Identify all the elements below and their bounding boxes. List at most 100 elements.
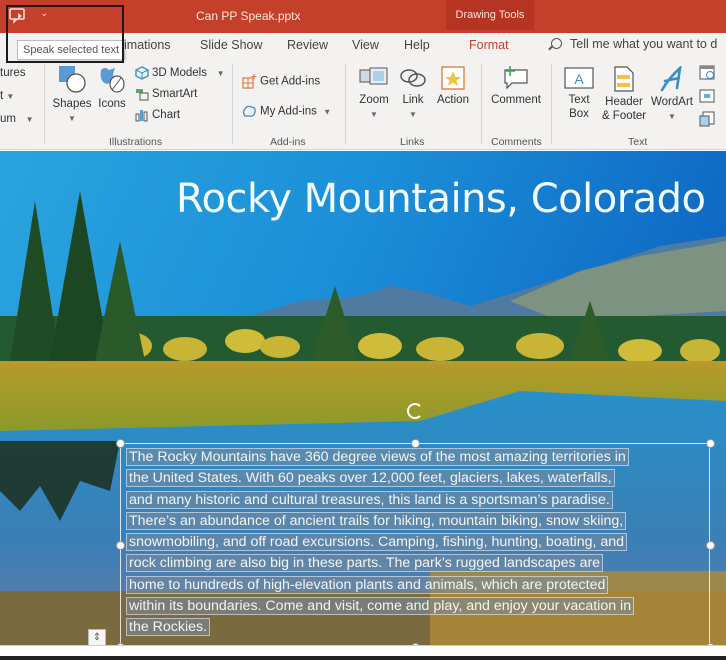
chevron-down-icon: ▼	[323, 107, 332, 117]
action-button[interactable]: Action	[434, 66, 472, 107]
body-text-line: within its boundaries. Come and visit, c…	[125, 596, 709, 617]
highlighted-text: within its boundaries. Come and visit, c…	[125, 597, 635, 616]
pictures-partial-button[interactable]: tures	[0, 67, 26, 79]
chart-icon	[135, 110, 148, 122]
body-text-line: rock climbing are also big in these part…	[125, 553, 709, 574]
slide-title[interactable]: Rocky Mountains, Colorado	[176, 176, 706, 222]
smartart-button[interactable]: SmartArt	[135, 87, 197, 101]
zoom-icon	[359, 67, 388, 85]
header-footer-button[interactable]: Header & Footer	[601, 66, 647, 123]
highlighted-text: home to hundreds of high-elevation plant…	[125, 575, 609, 594]
tab-view[interactable]: View	[352, 38, 379, 52]
tab-format[interactable]: Format	[469, 38, 509, 52]
body-text-line: and many historic and cultural treasures…	[126, 490, 709, 511]
group-label-comments: Comments	[491, 136, 542, 148]
body-text-line: the Rockies.	[125, 617, 709, 638]
tab-animations[interactable]: imations	[124, 38, 171, 52]
screenshot-partial-button[interactable]: t ▼	[0, 90, 14, 102]
screenshot-partial-label: t	[0, 90, 4, 102]
group-label-links: Links	[400, 136, 425, 148]
chevron-down-icon: ▼	[409, 110, 417, 119]
highlighted-text: rock climbing are also big in these part…	[125, 554, 604, 573]
wordart-icon	[660, 66, 682, 92]
highlighted-text: the Rockies.	[125, 618, 211, 637]
chevron-down-icon: ▼	[668, 112, 676, 121]
date-time-icon[interactable]	[699, 64, 715, 80]
text-box-label-2: Box	[569, 108, 589, 120]
text-box-label-1: Text	[568, 94, 590, 106]
smartart-icon	[136, 89, 149, 101]
icons-button[interactable]: Icons	[95, 64, 129, 111]
group-label-illustrations: Illustrations	[109, 136, 163, 148]
shapes-icon	[59, 66, 86, 93]
zoom-button[interactable]: Zoom ▼	[355, 66, 393, 122]
photo-album-partial-label: um	[0, 113, 16, 125]
rotate-handle-icon[interactable]	[407, 403, 423, 419]
search-icon	[551, 38, 562, 49]
slide-number-icon[interactable]	[699, 88, 715, 104]
my-addins-button[interactable]: My Add-ins ▼	[242, 104, 331, 119]
highlighted-text: and many historic and cultural treasures…	[126, 490, 613, 509]
store-icon	[242, 74, 257, 89]
link-label: Link	[402, 94, 424, 106]
comment-icon	[504, 66, 528, 90]
body-text-line: There’s an abundance of ancient trails f…	[125, 511, 709, 532]
smartart-label: SmartArt	[152, 88, 198, 101]
autofit-icon: ⇕	[92, 632, 102, 643]
object-icon[interactable]	[699, 111, 715, 127]
header-footer-icon	[614, 66, 634, 92]
my-addins-label: My Add-ins	[260, 105, 317, 118]
autofit-options-button[interactable]: ⇕	[88, 629, 106, 646]
resize-handle-top-left[interactable]	[116, 439, 125, 448]
tab-review[interactable]: Review	[287, 38, 328, 52]
chevron-down-icon: ▼	[6, 92, 15, 101]
new-comment-button[interactable]: Comment	[487, 66, 545, 107]
photo-album-partial-button[interactable]: um ▼	[0, 113, 34, 125]
link-icon	[400, 69, 426, 87]
tell-me-placeholder: Tell me what you want to d	[570, 37, 718, 51]
header-footer-label-1: Header	[605, 96, 643, 108]
action-star-icon	[441, 66, 465, 90]
chevron-down-icon: ▼	[68, 114, 76, 123]
highlighted-text: There’s an abundance of ancient trails f…	[125, 511, 627, 530]
group-separator	[44, 64, 45, 144]
chart-button[interactable]: Chart	[135, 108, 180, 122]
customize-qat-icon[interactable]: ⌄	[40, 8, 48, 19]
group-separator	[232, 64, 233, 144]
ribbon: tures t ▼ um ▼ Shapes ▼ Icons 3D Models ▼…	[0, 58, 726, 150]
title-bar: ⌄ Can PP Speak.pptx Drawing Tools	[0, 0, 726, 33]
document-title: Can PP Speak.pptx	[196, 9, 301, 23]
svg-text:A: A	[574, 71, 584, 87]
wordart-button[interactable]: WordArt ▼	[650, 66, 694, 124]
slide-body-text[interactable]: The Rocky Mountains have 360 degree view…	[125, 447, 709, 639]
chart-label: Chart	[152, 109, 181, 122]
text-box-icon: A	[564, 67, 594, 89]
3d-models-label: 3D Models	[152, 67, 207, 80]
action-label: Action	[437, 94, 469, 106]
body-text-line: The Rocky Mountains have 360 degree view…	[126, 447, 709, 468]
zoom-label: Zoom	[359, 94, 389, 106]
tab-slide-show[interactable]: Slide Show	[200, 38, 263, 52]
link-button[interactable]: Link ▼	[397, 66, 429, 122]
group-label-addins: Add-ins	[270, 136, 306, 148]
header-footer-label-2: & Footer	[601, 110, 647, 122]
resize-handle-left[interactable]	[116, 541, 125, 550]
get-addins-label: Get Add-ins	[260, 75, 321, 88]
chevron-down-icon: ▼	[216, 69, 225, 79]
3d-models-button[interactable]: 3D Models ▼	[135, 66, 224, 80]
group-separator	[481, 64, 482, 144]
text-box-button[interactable]: A Text Box	[560, 66, 598, 121]
highlighted-text: The Rocky Mountains have 360 degree view…	[126, 448, 629, 466]
addins-icon	[242, 105, 256, 117]
highlighted-text: snowmobiling, and off road excursions. C…	[125, 533, 628, 552]
cube-icon	[135, 66, 149, 80]
highlighted-text: the United States. With 60 peaks over 12…	[126, 469, 615, 488]
get-addins-button[interactable]: Get Add-ins	[242, 74, 320, 89]
tell-me-search[interactable]: Tell me what you want to d	[551, 37, 717, 51]
shapes-button[interactable]: Shapes ▼	[52, 64, 92, 126]
wordart-label: WordArt	[651, 96, 693, 108]
group-label-text: Text	[628, 136, 648, 148]
tab-help[interactable]: Help	[404, 38, 430, 52]
speak-selected-text-icon[interactable]	[9, 8, 27, 24]
icons-label: Icons	[98, 98, 126, 110]
